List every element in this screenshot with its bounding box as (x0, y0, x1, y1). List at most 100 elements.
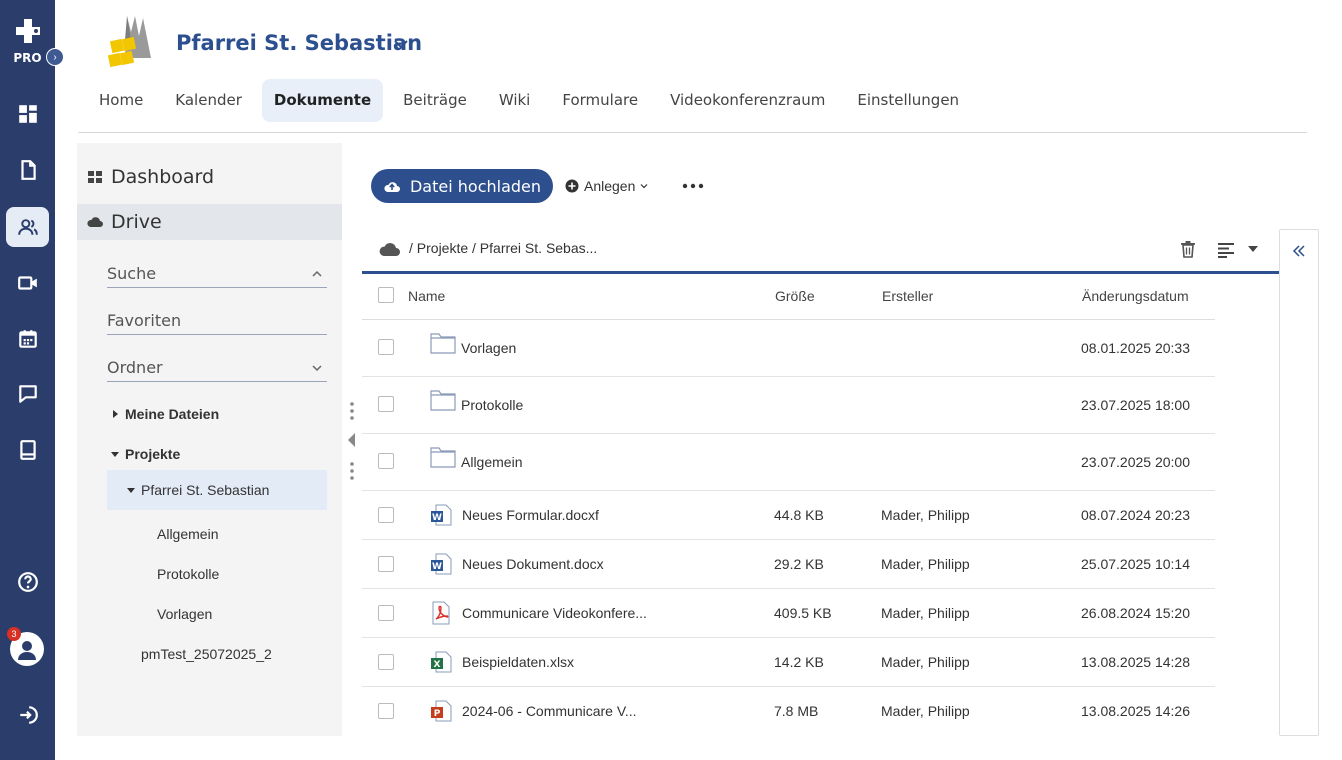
tab-wiki[interactable]: Wiki (487, 79, 543, 122)
tab-videokonferenzraum[interactable]: Videokonferenzraum (658, 79, 837, 122)
file-name[interactable]: Communicare Videokonfere... (462, 605, 647, 621)
right-panel-collapsed[interactable] (1279, 229, 1319, 736)
pdf-file-icon (432, 601, 450, 625)
file-size: 409.5 KB (774, 605, 832, 621)
file-size: 29.2 KB (774, 556, 824, 572)
help-icon (17, 572, 38, 592)
excel-file-icon: X (431, 651, 452, 673)
tree-item-projekte[interactable]: Projekte (107, 434, 327, 474)
row-checkbox[interactable] (378, 556, 394, 572)
row-checkbox[interactable] (378, 703, 394, 719)
more-icon[interactable] (682, 180, 704, 192)
file-creator: Mader, Philipp (881, 703, 970, 719)
tree-item-label: Protokolle (157, 566, 220, 582)
table-row[interactable]: Allgemein 23.07.2025 20:00 (362, 434, 1215, 491)
chevron-up-icon (312, 270, 322, 277)
tree-item-label: Vorlagen (157, 606, 213, 622)
double-chevron-left-icon (1292, 245, 1305, 257)
rail-dashboard[interactable] (6, 94, 49, 134)
row-checkbox[interactable] (378, 453, 394, 469)
upload-button[interactable]: Datei hochladen (371, 169, 553, 203)
tree-item-vorlagen[interactable]: Vorlagen (107, 594, 327, 634)
file-name[interactable]: Beispieldaten.xlsx (462, 654, 574, 670)
cloud-icon (87, 217, 103, 227)
cloud-icon[interactable] (378, 240, 402, 258)
table-row[interactable]: Protokolle 23.07.2025 18:00 (362, 377, 1215, 434)
breadcrumb-path[interactable]: / Projekte / Pfarrei St. Sebas... (409, 240, 597, 256)
document-icon (20, 160, 36, 180)
tab-dokumente[interactable]: Dokumente (261, 79, 384, 122)
tab-kalender[interactable]: Kalender (163, 79, 254, 122)
favorites-section-label: Favoriten (107, 311, 182, 330)
panel-splitter-handle[interactable] (345, 400, 359, 480)
table-row[interactable]: Vorlagen 08.01.2025 20:33 (362, 320, 1215, 377)
tree-item-allgemein[interactable]: Allgemein (107, 514, 327, 554)
favorites-section[interactable]: Favoriten (107, 307, 327, 335)
select-all-checkbox[interactable] (378, 287, 394, 303)
file-name[interactable]: Protokolle (461, 397, 523, 413)
table-row[interactable]: P 2024-06 - Communicare V... 7.8 MB Made… (362, 687, 1215, 735)
rail-documents[interactable] (6, 150, 49, 190)
file-name[interactable]: Neues Dokument.docx (462, 556, 604, 572)
tree-item-pfarrei[interactable]: Pfarrei St. Sebastian (107, 470, 327, 510)
column-header-name[interactable]: Name (408, 288, 445, 304)
search-section-label: Suche (107, 264, 157, 283)
table-row[interactable]: Communicare Videokonfere... 409.5 KB Mad… (362, 589, 1215, 638)
folder-icon (430, 447, 456, 468)
tree-item-pmtest[interactable]: pmTest_25072025_2 (107, 634, 327, 674)
tab-home[interactable]: Home (87, 79, 155, 122)
rail-wiki[interactable] (6, 430, 49, 470)
user-avatar-icon (18, 641, 36, 660)
rail-groups[interactable] (6, 207, 49, 247)
file-name[interactable]: Vorlagen (461, 340, 516, 356)
row-checkbox[interactable] (378, 339, 394, 355)
rail-video[interactable] (6, 263, 49, 303)
tab-beitraege[interactable]: Beiträge (391, 79, 479, 122)
file-name[interactable]: 2024-06 - Communicare V... (462, 703, 637, 719)
table-row[interactable]: W Neues Dokument.docx 29.2 KB Mader, Phi… (362, 540, 1215, 589)
tree-item-meine-dateien[interactable]: Meine Dateien (107, 394, 327, 434)
create-dropdown[interactable]: Anlegen (565, 176, 649, 196)
sidebar-item-drive[interactable]: Drive (77, 204, 342, 240)
folders-section[interactable]: Ordner (107, 354, 327, 382)
row-checkbox[interactable] (378, 507, 394, 523)
column-header-creator[interactable]: Ersteller (882, 288, 933, 304)
table-row[interactable]: X Beispieldaten.xlsx 14.2 KB Mader, Phil… (362, 638, 1215, 687)
org-title[interactable]: Pfarrei St. Sebastian (176, 31, 422, 55)
chevron-down-icon[interactable] (393, 36, 409, 52)
row-checkbox[interactable] (378, 654, 394, 670)
file-name[interactable]: Neues Formular.docxf (462, 507, 599, 523)
trash-icon[interactable] (1180, 240, 1196, 258)
word-file-icon: W (431, 553, 452, 575)
dashboard-icon (18, 105, 37, 123)
parish-logo (107, 16, 151, 68)
tree-item-label: Meine Dateien (125, 406, 220, 422)
video-icon (17, 276, 37, 290)
nav-divider (78, 132, 1307, 133)
sidebar-item-label: Drive (111, 211, 162, 233)
column-header-modified[interactable]: Änderungsdatum (1082, 288, 1189, 304)
rail-help[interactable] (6, 562, 49, 602)
row-checkbox[interactable] (378, 396, 394, 412)
caret-right-icon (113, 410, 118, 418)
sort-lines-icon[interactable] (1217, 241, 1237, 259)
column-header-size[interactable]: Größe (775, 288, 815, 304)
tree-item-label: Allgemein (157, 526, 219, 542)
file-creator: Mader, Philipp (881, 507, 970, 523)
chevron-right-icon[interactable]: › (46, 48, 64, 66)
caret-down-icon[interactable] (1248, 245, 1258, 253)
search-section[interactable]: Suche (107, 260, 327, 288)
tab-einstellungen[interactable]: Einstellungen (845, 79, 971, 122)
rail-logout[interactable] (6, 695, 49, 735)
rail-calendar[interactable] (6, 319, 49, 359)
rail-chat[interactable] (6, 374, 49, 414)
tree-item-protokolle[interactable]: Protokolle (107, 554, 327, 594)
sidebar-item-dashboard[interactable]: Dashboard (77, 159, 342, 195)
dashboard-icon (88, 171, 102, 183)
row-checkbox[interactable] (378, 605, 394, 621)
file-modified: 23.07.2025 18:00 (1081, 397, 1190, 413)
file-name[interactable]: Allgemein (461, 454, 522, 470)
tab-formulare[interactable]: Formulare (550, 79, 650, 122)
table-row[interactable]: W Neues Formular.docxf 44.8 KB Mader, Ph… (362, 491, 1215, 540)
folder-icon (430, 333, 456, 354)
